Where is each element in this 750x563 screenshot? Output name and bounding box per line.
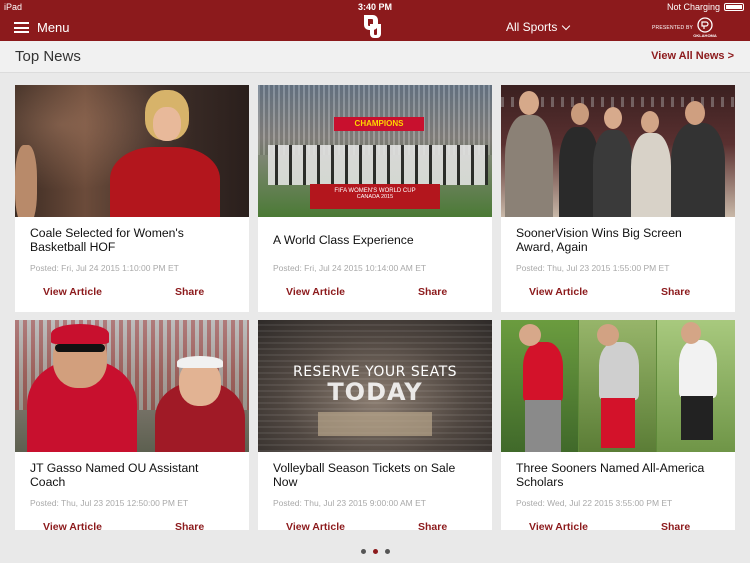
news-image <box>15 85 249 217</box>
view-all-news-link[interactable]: View All News > <box>651 50 734 62</box>
canada-text: CANADA 2015 <box>356 194 394 200</box>
news-card[interactable]: JT Gasso Named OU Assistant Coach Posted… <box>15 320 249 530</box>
menu-label: Menu <box>37 20 70 35</box>
news-image <box>501 85 735 217</box>
card-title: Coale Selected for Women's Basketball HO… <box>30 226 184 254</box>
news-card[interactable]: CHAMPIONS FIFA WOMEN'S WORLD CUP CANADA … <box>258 85 492 312</box>
share-button[interactable]: Share <box>175 521 204 530</box>
news-image <box>501 320 735 452</box>
news-image: CHAMPIONS FIFA WOMEN'S WORLD CUP CANADA … <box>258 85 492 217</box>
card-date: Posted: Thu, Jul 23 2015 12:50:00 PM ET <box>30 498 189 508</box>
today-text: TODAY <box>327 378 423 406</box>
view-article-button[interactable]: View Article <box>529 521 588 530</box>
all-sports-label: All Sports <box>506 20 558 34</box>
battery-icon <box>724 3 744 11</box>
hamburger-icon <box>14 22 29 33</box>
card-date: Posted: Fri, Jul 24 2015 1:10:00 PM ET <box>30 263 179 273</box>
status-battery-group: Not Charging <box>667 2 744 12</box>
view-article-button[interactable]: View Article <box>286 286 345 298</box>
share-button[interactable]: Share <box>418 521 447 530</box>
ou-logo-icon[interactable] <box>361 12 385 40</box>
view-article-button[interactable]: View Article <box>43 521 102 530</box>
sponsor-logo[interactable]: OKLAHOMA <box>693 16 717 38</box>
card-title: SoonerVision Wins Big Screen Award, Agai… <box>516 226 682 254</box>
menu-button[interactable]: Menu <box>14 20 70 35</box>
share-button[interactable]: Share <box>661 521 690 530</box>
view-article-button[interactable]: View Article <box>43 286 102 298</box>
champions-text: CHAMPIONS <box>354 119 404 128</box>
news-image <box>15 320 249 452</box>
page-dot-current[interactable] <box>372 549 378 554</box>
card-title: Volleyball Season Tickets on Sale Now <box>273 461 456 489</box>
view-article-button[interactable]: View Article <box>529 286 588 298</box>
news-card[interactable]: SoonerVision Wins Big Screen Award, Agai… <box>501 85 735 312</box>
section-title: Top News <box>15 48 81 65</box>
view-article-button[interactable]: View Article <box>286 521 345 530</box>
sponsor-text: OKLAHOMA <box>693 33 717 38</box>
share-button[interactable]: Share <box>661 286 690 298</box>
status-time: 3:40 PM <box>357 2 392 12</box>
card-title: JT Gasso Named OU Assistant Coach <box>30 461 199 489</box>
share-button[interactable]: Share <box>418 286 447 298</box>
top-bar: iPad 3:40 PM Not Charging Menu All Sport… <box>0 0 750 41</box>
card-title: A World Class Experience <box>273 233 414 247</box>
news-image: RESERVE YOUR SEATS TODAY <box>258 320 492 452</box>
page-dot[interactable] <box>384 549 390 554</box>
champions-banner: CHAMPIONS <box>334 117 424 131</box>
world-cup-banner: FIFA WOMEN'S WORLD CUP CANADA 2015 <box>310 184 440 209</box>
share-button[interactable]: Share <box>175 286 204 298</box>
all-sports-dropdown[interactable]: All Sports <box>506 20 571 34</box>
presented-by-label: PRESENTED BY <box>652 25 694 31</box>
card-title: Three Sooners Named All-America Scholars <box>516 461 705 489</box>
news-card[interactable]: RESERVE YOUR SEATS TODAY Volleyball Seas… <box>258 320 492 530</box>
status-charging: Not Charging <box>666 2 720 12</box>
section-header: Top News View All News > <box>0 41 750 73</box>
page-indicator[interactable] <box>0 549 750 554</box>
page-dot[interactable] <box>360 549 366 554</box>
news-card[interactable]: Coale Selected for Women's Basketball HO… <box>15 85 249 312</box>
card-date: Posted: Thu, Jul 23 2015 9:00:00 AM ET <box>273 498 426 508</box>
card-date: Posted: Thu, Jul 23 2015 1:55:00 PM ET <box>516 263 670 273</box>
news-card[interactable]: Three Sooners Named All-America Scholars… <box>501 320 735 530</box>
card-date: Posted: Fri, Jul 24 2015 10:14:00 AM ET <box>273 263 427 273</box>
chevron-down-icon <box>562 21 571 30</box>
bottom-bar <box>0 530 750 563</box>
card-date: Posted: Wed, Jul 22 2015 3:55:00 PM ET <box>516 498 673 508</box>
